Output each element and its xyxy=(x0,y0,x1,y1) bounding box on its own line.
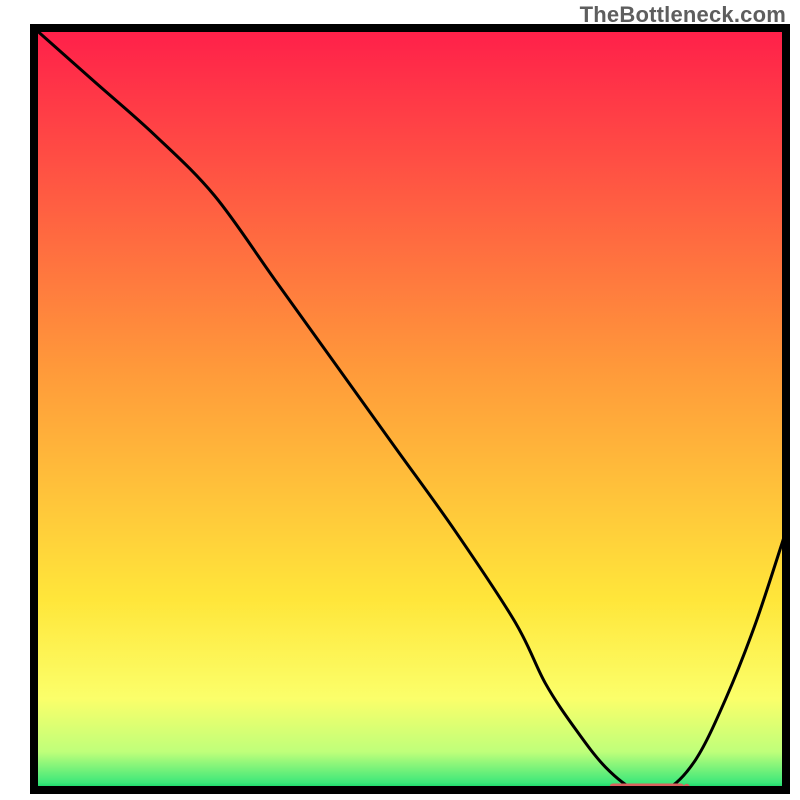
bottleneck-chart xyxy=(30,24,790,794)
chart-container: TheBottleneck.com xyxy=(0,0,800,800)
plot-frame xyxy=(30,24,790,794)
gradient-background xyxy=(34,28,786,790)
